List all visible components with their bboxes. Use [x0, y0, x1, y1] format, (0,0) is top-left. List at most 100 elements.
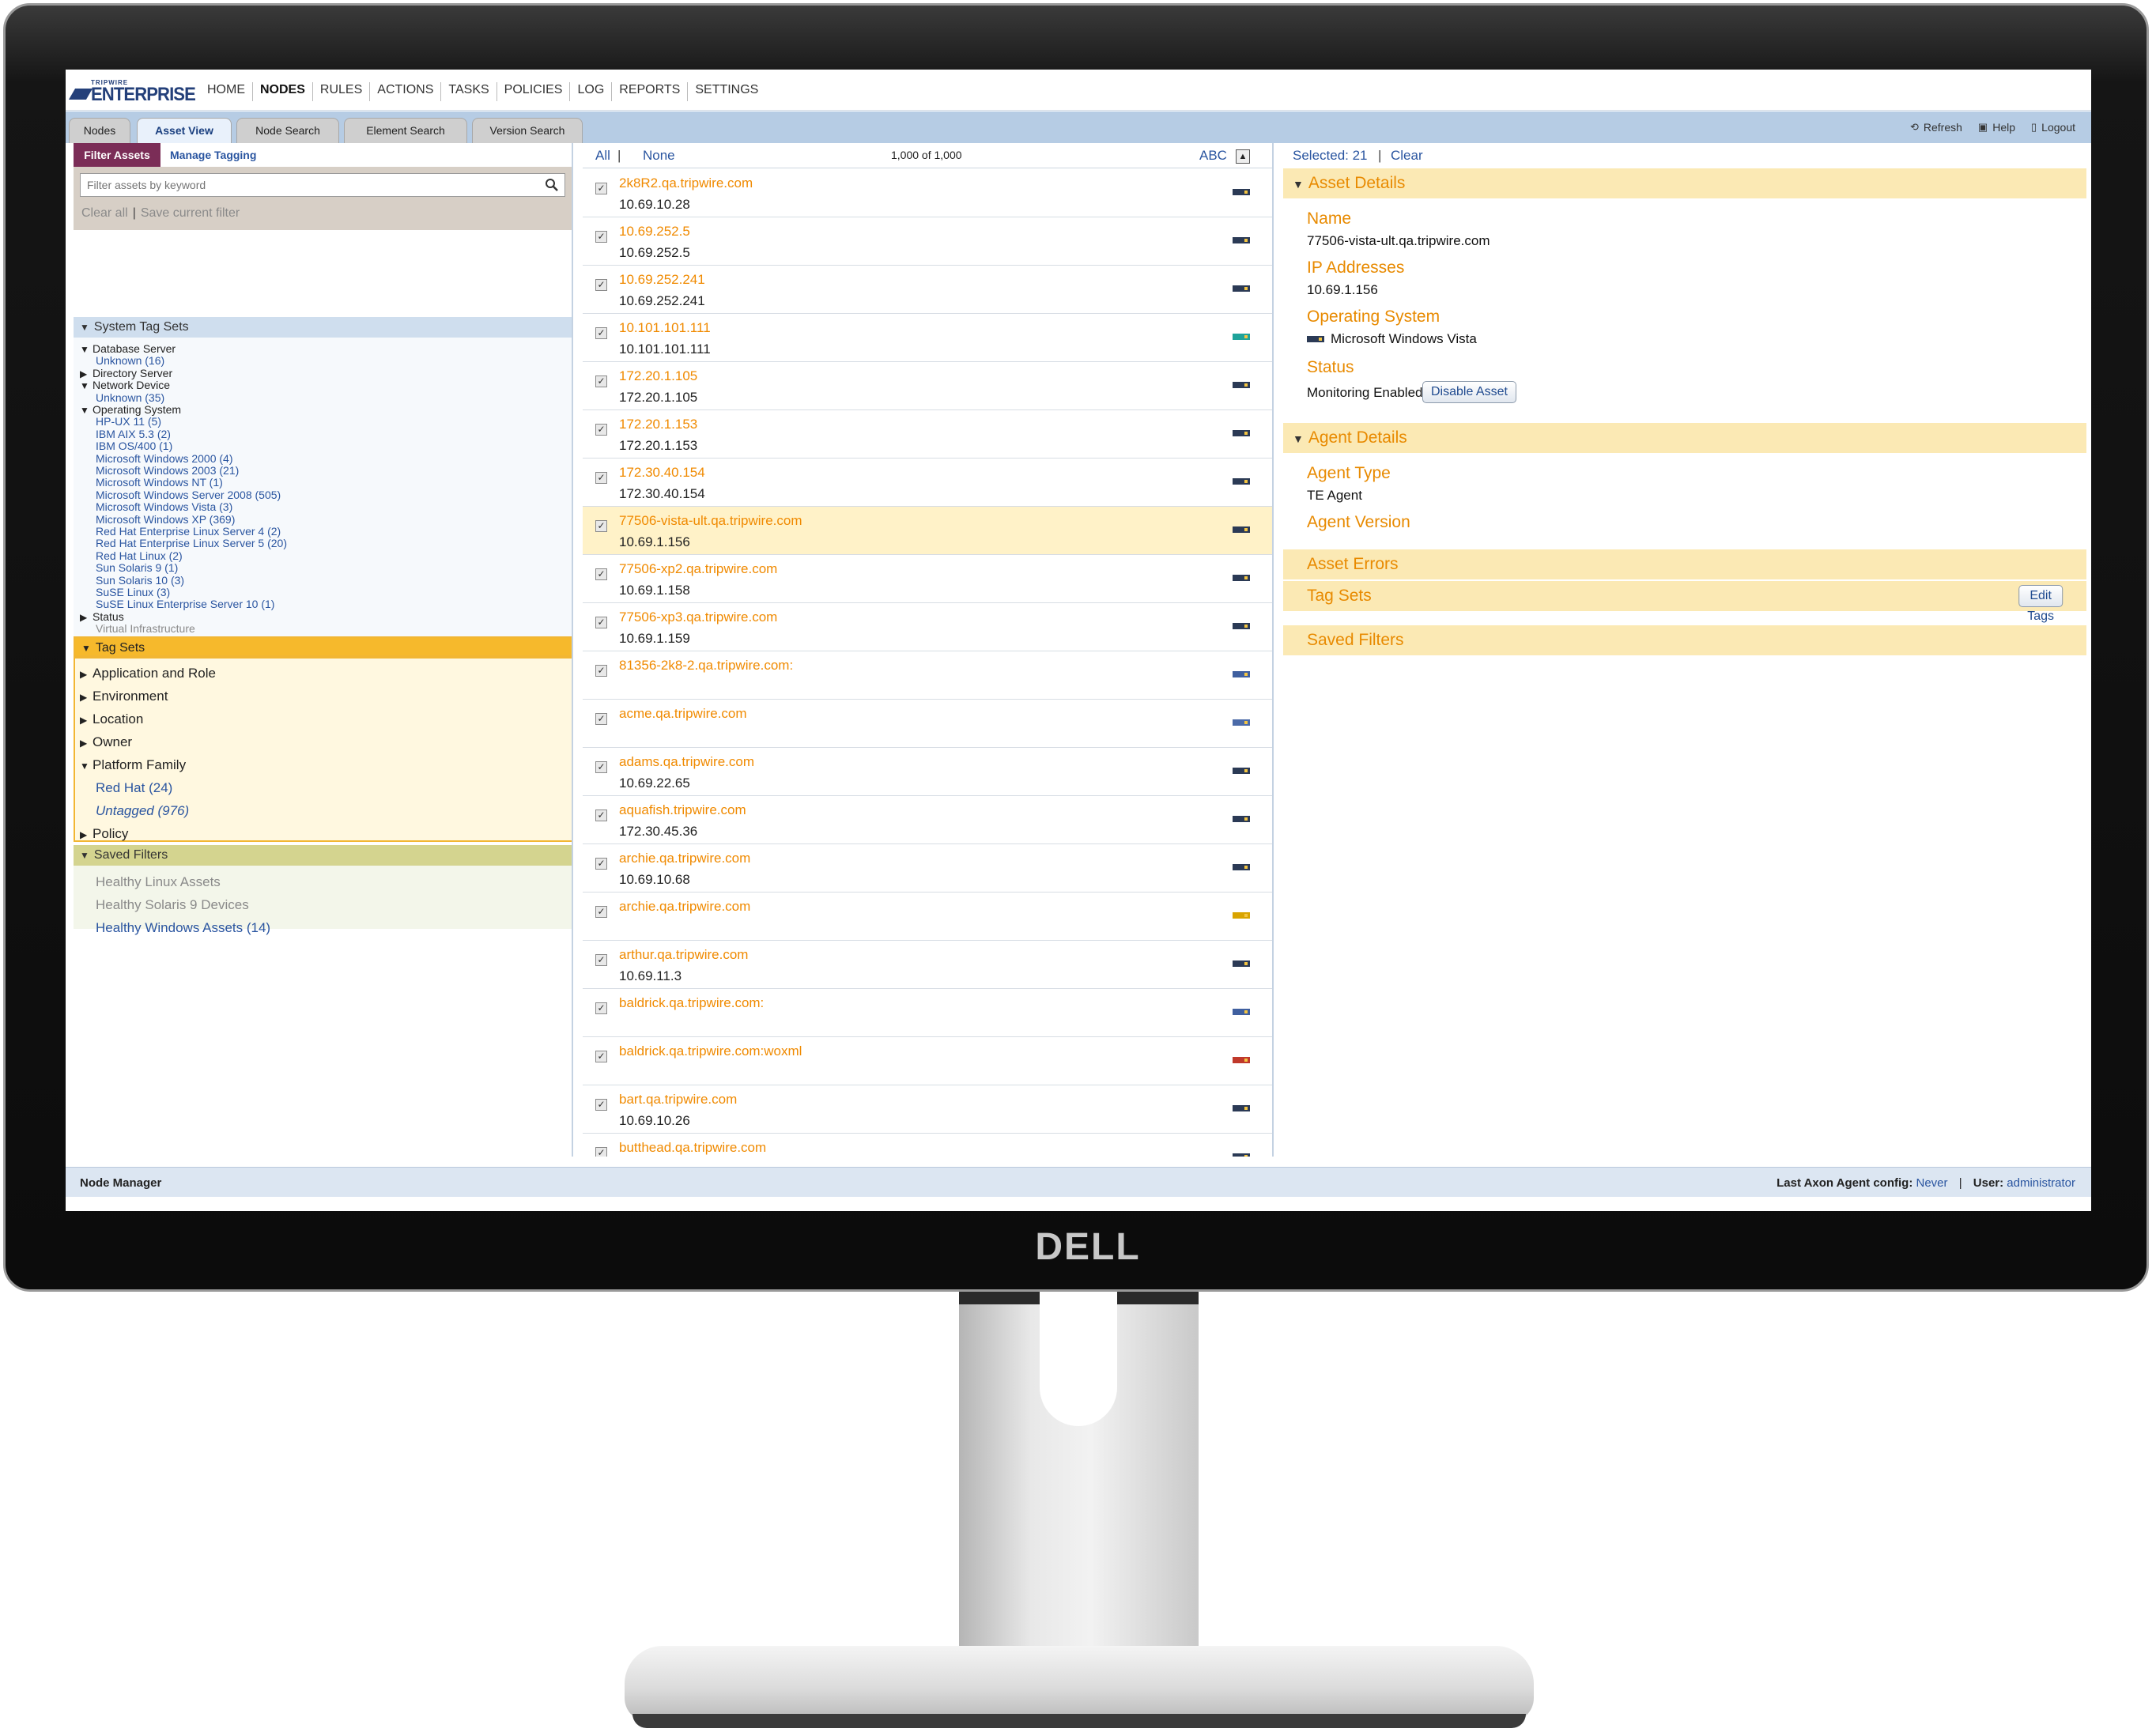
nav-rules[interactable]: RULES — [312, 82, 369, 101]
nav-home[interactable]: HOME — [200, 82, 252, 101]
tree-item-ibm-aix-5-3-2[interactable]: IBM AIX 5.3 (2) — [96, 428, 171, 440]
tree-item-hp-ux-11-5[interactable]: HP-UX 11 (5) — [96, 415, 161, 428]
asset-row[interactable]: ✓ 10.69.252.5 10.69.252.5 — [583, 217, 1272, 266]
select-none-link[interactable]: None — [643, 148, 675, 164]
asset-row[interactable]: ✓ baldrick.qa.tripwire.com: — [583, 989, 1272, 1037]
tree-item-red-hat-enterprise-linux-server-4-2[interactable]: Red Hat Enterprise Linux Server 4 (2) — [96, 525, 281, 538]
sort-direction-icon[interactable]: ▲ — [1236, 149, 1250, 164]
asset-errors-header[interactable]: Asset Errors — [1283, 549, 2086, 579]
tree-item-unknown-16[interactable]: Unknown (16) — [96, 354, 164, 367]
asset-name[interactable]: acme.qa.tripwire.com — [619, 706, 747, 722]
tree-group-network-device[interactable]: ▼ Network Device — [80, 379, 170, 391]
collapsed-triangle-icon[interactable]: ▶ — [80, 825, 93, 845]
tag-sets-header[interactable]: Tag Sets — [1283, 581, 2086, 611]
asset-name[interactable]: 81356-2k8-2.qa.tripwire.com: — [619, 658, 793, 674]
sort-abc-link[interactable]: ABC — [1199, 148, 1227, 164]
asset-name[interactable]: 172.20.1.105 — [619, 368, 697, 384]
asset-checkbox[interactable]: ✓ — [595, 954, 607, 966]
tree-group-environment[interactable]: ▶ Environment — [80, 686, 168, 707]
tree-group-directory-server[interactable]: ▶ Directory Server — [80, 367, 172, 379]
tree-item-microsoft-windows-2003-21[interactable]: Microsoft Windows 2003 (21) — [96, 464, 239, 477]
select-all-link[interactable]: All — [595, 148, 610, 164]
logout-link[interactable]: ▯ Logout — [2031, 121, 2075, 134]
asset-name[interactable]: 10.101.101.111 — [619, 320, 711, 336]
asset-name[interactable]: 2k8R2.qa.tripwire.com — [619, 175, 753, 191]
asset-checkbox[interactable]: ✓ — [595, 231, 607, 243]
nav-actions[interactable]: ACTIONS — [369, 82, 440, 101]
tree-item-ibm-os-400-1[interactable]: IBM OS/400 (1) — [96, 440, 172, 452]
expanded-triangle-icon[interactable]: ▼ — [80, 404, 93, 417]
search-input[interactable] — [80, 173, 565, 197]
collapsed-triangle-icon[interactable]: ▶ — [80, 687, 93, 708]
tree-item-sun-solaris-10-3[interactable]: Sun Solaris 10 (3) — [96, 574, 184, 587]
clear-selection-link[interactable]: Clear — [1391, 148, 1423, 164]
tree-item-microsoft-windows-nt-1[interactable]: Microsoft Windows NT (1) — [96, 476, 223, 489]
asset-row[interactable]: ✓ 172.20.1.153 172.20.1.153 — [583, 410, 1272, 459]
asset-name[interactable]: aquafish.tripwire.com — [619, 802, 746, 818]
expanded-triangle-icon[interactable]: ▼ — [80, 379, 93, 392]
tree-item-virtual-infrastructure[interactable]: Virtual Infrastructure — [96, 622, 195, 635]
tree-item-unknown-35[interactable]: Unknown (35) — [96, 391, 164, 404]
tree-item-red-hat-enterprise-linux-server-5-20[interactable]: Red Hat Enterprise Linux Server 5 (20) — [96, 537, 287, 549]
asset-checkbox[interactable]: ✓ — [595, 424, 607, 436]
refresh-link[interactable]: ⟲ Refresh — [1910, 121, 1962, 134]
asset-row[interactable]: ✓ archie.qa.tripwire.com 10.69.10.68 — [583, 844, 1272, 893]
tab-version-search[interactable]: Version Search — [472, 118, 583, 143]
clear-all-link[interactable]: Clear all — [81, 206, 128, 220]
asset-checkbox[interactable]: ✓ — [595, 472, 607, 484]
tree-item-suse-linux-3[interactable]: SuSE Linux (3) — [96, 586, 170, 598]
tree-item-healthy-linux-assets[interactable]: Healthy Linux Assets — [96, 872, 221, 893]
expanded-triangle-icon[interactable]: ▼ — [80, 343, 93, 356]
disable-asset-button[interactable]: Disable Asset — [1422, 381, 1516, 403]
asset-checkbox[interactable]: ✓ — [595, 376, 607, 387]
tree-item-microsoft-windows-vista-3[interactable]: Microsoft Windows Vista (3) — [96, 500, 232, 513]
asset-row[interactable]: ✓ 77506-xp2.qa.tripwire.com 10.69.1.158 — [583, 555, 1272, 603]
asset-name[interactable]: 172.30.40.154 — [619, 465, 705, 481]
tree-group-operating-system[interactable]: ▼ Operating System — [80, 403, 181, 416]
asset-row[interactable]: ✓ 2k8R2.qa.tripwire.com 10.69.10.28 — [583, 169, 1272, 217]
asset-checkbox[interactable]: ✓ — [595, 906, 607, 918]
nav-policies[interactable]: POLICIES — [496, 82, 570, 101]
tree-item-microsoft-windows-server-2008-505[interactable]: Microsoft Windows Server 2008 (505) — [96, 489, 281, 501]
saved-filters-section-header[interactable]: Saved Filters — [1283, 625, 2086, 655]
asset-row[interactable]: ✓ archie.qa.tripwire.com — [583, 893, 1272, 941]
asset-checkbox[interactable]: ✓ — [595, 761, 607, 773]
asset-checkbox[interactable]: ✓ — [595, 1002, 607, 1014]
asset-checkbox[interactable]: ✓ — [595, 568, 607, 580]
asset-row[interactable]: ✓ 172.20.1.105 172.20.1.105 — [583, 362, 1272, 410]
asset-checkbox[interactable]: ✓ — [595, 183, 607, 194]
asset-checkbox[interactable]: ✓ — [595, 1147, 607, 1157]
nav-nodes[interactable]: NODES — [252, 82, 312, 101]
tree-item-microsoft-windows-xp-369[interactable]: Microsoft Windows XP (369) — [96, 513, 235, 526]
asset-name[interactable]: arthur.qa.tripwire.com — [619, 947, 748, 963]
asset-checkbox[interactable]: ✓ — [595, 1051, 607, 1062]
edit-tags-button[interactable]: Edit Tags — [2018, 585, 2063, 623]
tab-manage-tagging[interactable]: Manage Tagging — [170, 143, 256, 167]
tab-element-search[interactable]: Element Search — [344, 118, 467, 143]
asset-row[interactable]: ✓ 10.101.101.111 10.101.101.111 — [583, 314, 1272, 362]
asset-row[interactable]: ✓ arthur.qa.tripwire.com 10.69.11.3 — [583, 941, 1272, 989]
nav-reports[interactable]: REPORTS — [611, 82, 687, 101]
tab-filter-assets[interactable]: Filter Assets — [74, 143, 160, 167]
tree-group-status[interactable]: ▶ Status — [80, 610, 124, 623]
asset-checkbox[interactable]: ✓ — [595, 810, 607, 821]
tree-item-healthy-solaris-9-devices[interactable]: Healthy Solaris 9 Devices — [96, 895, 249, 915]
asset-name[interactable]: 77506-xp2.qa.tripwire.com — [619, 561, 777, 577]
tree-group-policy[interactable]: ▶ Policy — [80, 824, 128, 844]
asset-name[interactable]: bart.qa.tripwire.com — [619, 1092, 737, 1108]
tab-nodes[interactable]: Nodes — [69, 118, 130, 143]
asset-checkbox[interactable]: ✓ — [595, 327, 607, 339]
asset-row[interactable]: ✓ 77506-vista-ult.qa.tripwire.com 10.69.1.… — [583, 507, 1272, 555]
collapsed-triangle-icon[interactable]: ▶ — [80, 710, 93, 730]
nav-log[interactable]: LOG — [569, 82, 611, 101]
tab-asset-view[interactable]: Asset View — [137, 118, 232, 143]
asset-checkbox[interactable]: ✓ — [595, 665, 607, 677]
asset-name[interactable]: 10.69.252.241 — [619, 272, 705, 288]
tree-item-microsoft-windows-2000-4[interactable]: Microsoft Windows 2000 (4) — [96, 452, 233, 465]
asset-row[interactable]: ✓ acme.qa.tripwire.com — [583, 700, 1272, 748]
asset-name[interactable]: butthead.qa.tripwire.com — [619, 1140, 766, 1156]
asset-checkbox[interactable]: ✓ — [595, 858, 607, 870]
asset-name[interactable]: 10.69.252.5 — [619, 224, 690, 240]
asset-name[interactable]: adams.qa.tripwire.com — [619, 754, 754, 770]
collapsed-triangle-icon[interactable]: ▶ — [80, 611, 93, 624]
